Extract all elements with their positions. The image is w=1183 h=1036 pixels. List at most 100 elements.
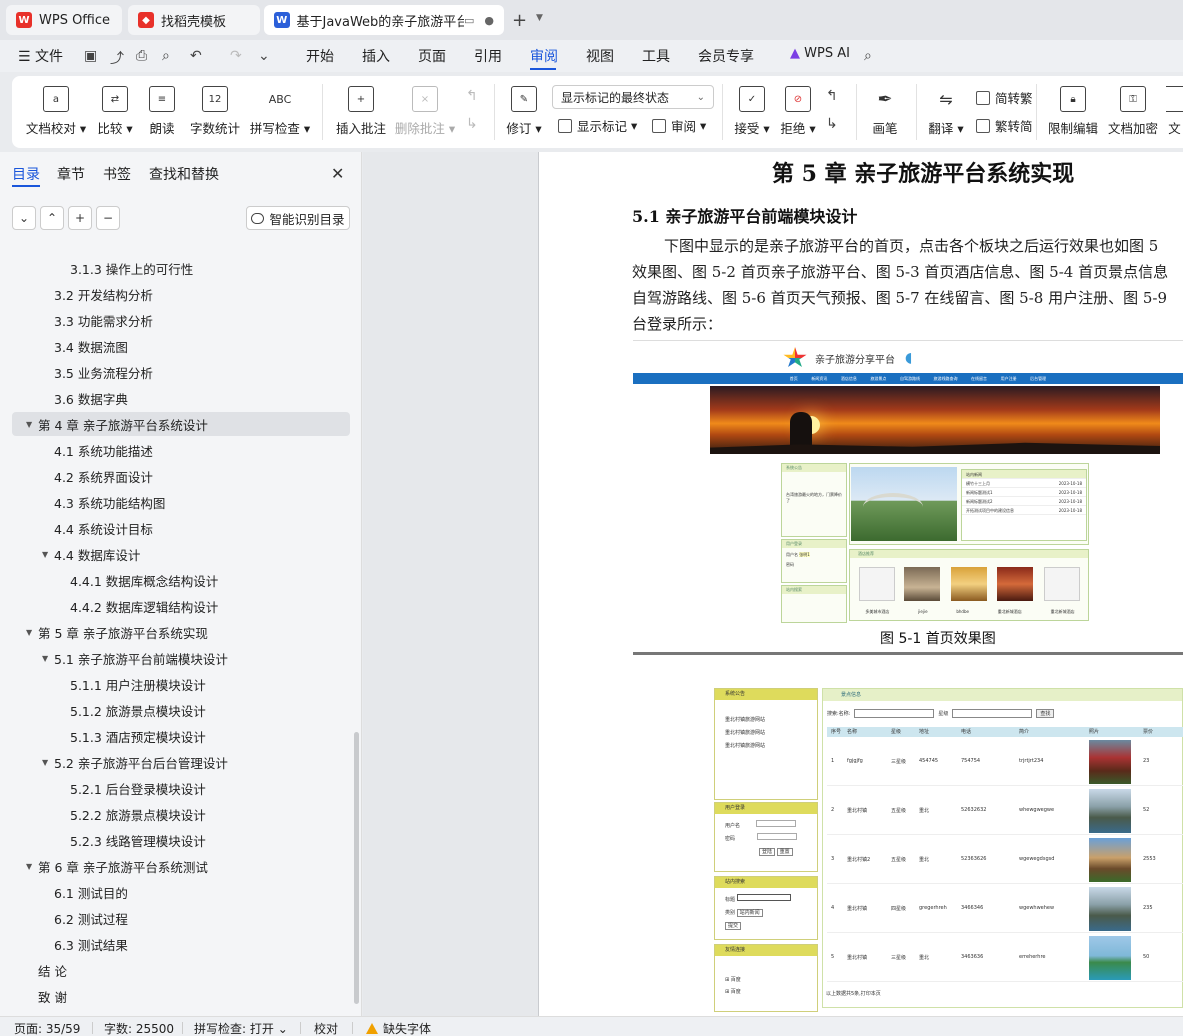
expand-arrow-icon[interactable]: ▼: [42, 758, 48, 767]
toc-item[interactable]: 6.2 测试过程: [12, 906, 350, 930]
nav-tab-toc[interactable]: 目录: [12, 164, 40, 184]
toc-item[interactable]: 5.1.2 旅游景点模块设计: [12, 698, 350, 722]
toc-item[interactable]: 5.2.2 旅游景点模块设计: [12, 802, 350, 826]
compare-button[interactable]: ⇄ 比较 ▾: [97, 76, 133, 148]
save-icon[interactable]: ▣: [84, 48, 97, 64]
smart-toc-button[interactable]: 智能识别目录: [246, 206, 350, 230]
accept-button[interactable]: ✓ 接受 ▾: [734, 76, 770, 148]
close-icon[interactable]: ✕: [331, 164, 344, 183]
collapse-all-button[interactable]: ⌄: [12, 206, 36, 230]
toc-item[interactable]: 4.2 系统界面设计: [12, 464, 350, 488]
previous-comment-icon[interactable]: ↰: [466, 88, 478, 104]
track-changes-button[interactable]: ✎ 修订 ▾: [506, 76, 542, 148]
next-comment-icon[interactable]: ↳: [466, 116, 478, 132]
scrollbar[interactable]: [354, 732, 359, 1004]
toc-item[interactable]: 4.4.2 数据库逻辑结构设计: [12, 594, 350, 618]
chevron-down-icon[interactable]: ⌄: [258, 48, 270, 64]
nav-tab-chapters[interactable]: 章节: [57, 164, 85, 184]
nav-tab-find-replace[interactable]: 查找和替换: [149, 164, 219, 184]
monitor-icon[interactable]: ▭: [464, 14, 474, 27]
toc-item[interactable]: ▼ 第 5 章 亲子旅游平台系统实现: [12, 620, 350, 644]
delete-comment-button[interactable]: × 删除批注 ▾: [395, 76, 455, 148]
menu-page[interactable]: 页面: [418, 46, 446, 66]
print-preview-icon[interactable]: ⌕: [162, 48, 170, 64]
export-icon[interactable]: ⤴: [110, 48, 124, 68]
toc-item[interactable]: 3.5 业务流程分析: [12, 360, 350, 384]
menu-view[interactable]: 视图: [586, 46, 614, 66]
insert-comment-button[interactable]: + 插入批注: [336, 76, 386, 148]
restrict-edit-button[interactable]: 🔒︎ 限制编辑: [1048, 76, 1098, 148]
word-count-button[interactable]: 12 字数统计: [190, 76, 240, 148]
print-icon[interactable]: ⎙: [136, 48, 147, 64]
tab-wps-office[interactable]: W WPS Office: [6, 5, 122, 35]
review-pane-button[interactable]: 审阅 ▾: [652, 116, 706, 135]
add-heading-button[interactable]: +: [68, 206, 92, 230]
read-aloud-button[interactable]: ≡ 朗读: [148, 76, 176, 148]
markup-mode-select[interactable]: 显示标记的最终状态 ⌄: [552, 85, 714, 109]
to-simplified-button[interactable]: 繁转简: [976, 116, 1033, 135]
toc-item[interactable]: 6.3 测试结果: [12, 932, 350, 956]
remove-heading-button[interactable]: −: [96, 206, 120, 230]
toc-item[interactable]: ▼ 5.1 亲子旅游平台前端模块设计: [12, 646, 350, 670]
spell-check-status[interactable]: 拼写检查: 打开 ⌄: [194, 1020, 288, 1036]
wps-ai-button[interactable]: ▲ WPS AI: [790, 46, 850, 61]
toc-item[interactable]: 3.1.3 操作上的可行性: [12, 256, 350, 280]
toc-item[interactable]: 6.1 测试目的: [12, 880, 350, 904]
proofread-status[interactable]: 校对: [314, 1020, 338, 1036]
expand-arrow-icon[interactable]: ▼: [42, 654, 48, 663]
toc-item[interactable]: 5.1.1 用户注册模块设计: [12, 672, 350, 696]
undo-icon[interactable]: ↶: [190, 48, 202, 64]
expand-arrow-icon[interactable]: ▼: [26, 628, 32, 637]
proofread-button[interactable]: a 文档校对 ▾: [26, 76, 86, 148]
menu-reference[interactable]: 引用: [474, 46, 502, 66]
menu-review[interactable]: 审阅: [530, 46, 558, 66]
search-icon[interactable]: ⌕: [864, 48, 872, 64]
toc-item[interactable]: 4.3 系统功能结构图: [12, 490, 350, 514]
page-indicator[interactable]: 页面: 35/59: [14, 1020, 80, 1036]
previous-change-icon[interactable]: ↰: [826, 88, 838, 104]
unsaved-dot-icon[interactable]: ●: [484, 14, 494, 27]
toc-item[interactable]: 3.6 数据字典: [12, 386, 350, 410]
toc-item[interactable]: 致 谢: [12, 984, 350, 1008]
spell-check-button[interactable]: ABC 拼写检查 ▾: [250, 76, 310, 148]
word-count-status[interactable]: 字数: 25500: [104, 1020, 174, 1036]
next-change-icon[interactable]: ↳: [826, 116, 838, 132]
to-traditional-button[interactable]: 简转繁: [976, 88, 1033, 107]
toc-item[interactable]: ▼ 第 4 章 亲子旅游平台系统设计: [12, 412, 350, 436]
nav-tab-bookmarks[interactable]: 书签: [103, 164, 131, 184]
toc-item[interactable]: ▼ 5.2 亲子旅游平台后台管理设计: [12, 750, 350, 774]
toc-item[interactable]: 5.2.3 线路管理模块设计: [12, 828, 350, 852]
expand-arrow-icon[interactable]: ▼: [26, 862, 32, 871]
toc-item[interactable]: 结 论: [12, 958, 350, 982]
toc-item[interactable]: 5.1.3 酒店预定模块设计: [12, 724, 350, 748]
menu-start[interactable]: 开始: [306, 46, 334, 66]
more-button[interactable]: 文: [1166, 76, 1183, 148]
menu-insert[interactable]: 插入: [362, 46, 390, 66]
toc-item[interactable]: 4.4 系统设计目标: [12, 516, 350, 540]
toc-item[interactable]: 5.2.1 后台登录模块设计: [12, 776, 350, 800]
expand-up-button[interactable]: ⌃: [40, 206, 64, 230]
translate-button[interactable]: ⇋ 翻译 ▾: [928, 76, 964, 148]
menu-tools[interactable]: 工具: [642, 46, 670, 66]
file-menu[interactable]: ☰ 文件: [18, 46, 63, 66]
expand-arrow-icon[interactable]: ▼: [26, 420, 32, 429]
tab-docer[interactable]: ◆ 找稻壳模板: [128, 5, 260, 35]
menu-member[interactable]: 会员专享: [698, 46, 754, 66]
encrypt-button[interactable]: ⚿ 文档加密: [1108, 76, 1158, 148]
toc-item[interactable]: 4.1 系统功能描述: [12, 438, 350, 462]
toc-item[interactable]: 3.4 数据流图: [12, 334, 350, 358]
toc-item[interactable]: 4.4.1 数据库概念结构设计: [12, 568, 350, 592]
reject-button[interactable]: ⊘ 拒绝 ▾: [780, 76, 816, 148]
toc-item[interactable]: 3.3 功能需求分析: [12, 308, 350, 332]
redo-icon[interactable]: ↷: [230, 48, 242, 64]
missing-font-status[interactable]: 缺失字体: [366, 1020, 431, 1036]
tab-document[interactable]: W 基于JavaWeb的亲子旅游平台 ▭ ●: [264, 5, 504, 35]
toc-item[interactable]: 3.2 开发结构分析: [12, 282, 350, 306]
new-tab-icon[interactable]: +: [512, 10, 527, 31]
toc-item[interactable]: ▼ 第 6 章 亲子旅游平台系统测试: [12, 854, 350, 878]
expand-arrow-icon[interactable]: ▼: [42, 550, 48, 559]
toc-item[interactable]: ▼ 4.4 数据库设计: [12, 542, 350, 566]
ink-button[interactable]: ✒ 画笔: [870, 76, 900, 148]
show-markup-button[interactable]: 显示标记 ▾: [558, 116, 637, 135]
chevron-down-icon[interactable]: ▼: [536, 13, 543, 23]
